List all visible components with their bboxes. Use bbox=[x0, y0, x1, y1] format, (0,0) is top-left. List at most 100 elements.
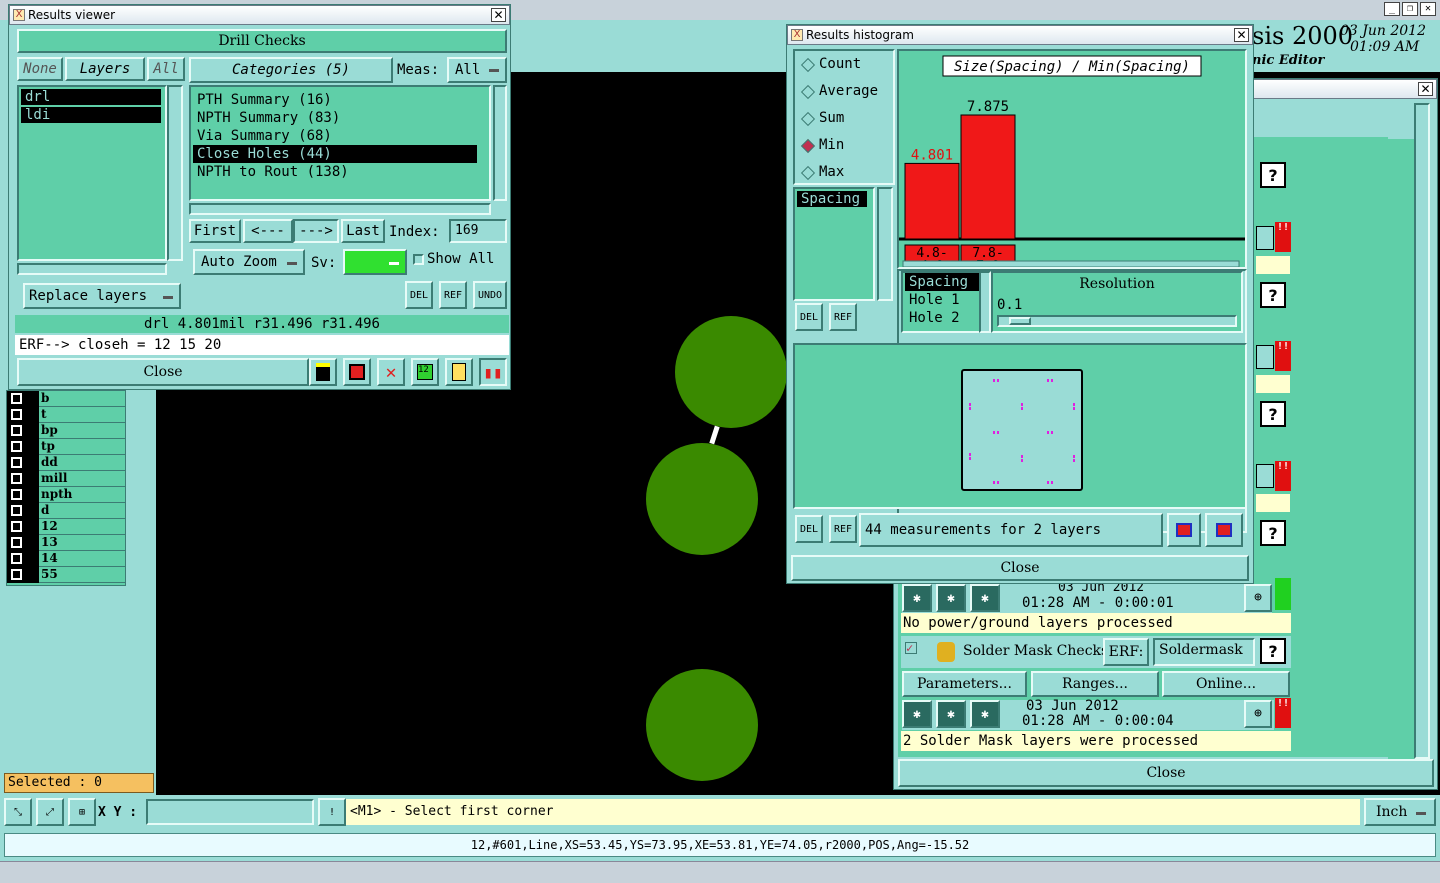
measure-list[interactable]: Spacing bbox=[793, 187, 875, 301]
layer-checkbox[interactable] bbox=[7, 407, 39, 423]
measure-icon[interactable]: ⤢ bbox=[36, 798, 64, 826]
del-button[interactable]: DEL bbox=[405, 281, 433, 309]
layer-checkbox[interactable] bbox=[7, 567, 39, 583]
histogram-close-button[interactable]: Close bbox=[791, 555, 1249, 581]
stat-option[interactable]: Sum bbox=[795, 105, 893, 132]
layer-checkbox[interactable] bbox=[7, 503, 39, 519]
auto-zoom-dropdown[interactable]: Auto Zoom bbox=[193, 249, 305, 275]
category-item[interactable]: Via Summary (68) bbox=[193, 127, 477, 145]
layer-checkbox[interactable] bbox=[7, 535, 39, 551]
layer-checkbox[interactable] bbox=[7, 423, 39, 439]
minimize-icon[interactable]: _ bbox=[1384, 2, 1400, 16]
layout-icon[interactable] bbox=[1205, 513, 1243, 547]
attribute-item[interactable]: Hole 2 bbox=[905, 309, 979, 327]
slider-thumb[interactable] bbox=[1009, 317, 1031, 325]
help-button[interactable]: ? bbox=[1260, 401, 1286, 427]
zoom-icon[interactable]: ⊕ bbox=[1244, 584, 1272, 612]
drill-pad[interactable] bbox=[646, 443, 758, 555]
layers-button[interactable]: Layers bbox=[65, 57, 145, 81]
meas-dropdown[interactable]: All bbox=[447, 57, 507, 83]
numbering-icon[interactable]: 12 bbox=[411, 358, 439, 386]
layer-item[interactable]: ldi bbox=[21, 107, 161, 123]
categories-list[interactable]: PTH Summary (16) NPTH Summary (83) Via Sum… bbox=[189, 85, 491, 201]
index-input[interactable]: 169 bbox=[449, 219, 507, 243]
layer-row[interactable]: mill bbox=[7, 471, 125, 487]
layer-checkbox[interactable] bbox=[7, 471, 39, 487]
layer-checkbox[interactable] bbox=[7, 487, 39, 503]
grid-icon[interactable]: ⊞ bbox=[68, 798, 96, 826]
run-icon[interactable]: ✱ bbox=[970, 700, 1000, 728]
histogram-icon[interactable]: ▮▮ bbox=[479, 358, 507, 386]
layer-checkbox[interactable] bbox=[7, 439, 39, 455]
alert-icon[interactable]: ! bbox=[318, 798, 346, 826]
none-button[interactable]: None bbox=[17, 57, 63, 81]
run-icon[interactable]: ✱ bbox=[902, 700, 932, 728]
close-button[interactable]: Close bbox=[17, 358, 309, 386]
erase-icon[interactable]: ✕ bbox=[377, 358, 405, 386]
help-button[interactable]: ? bbox=[1260, 162, 1286, 188]
all-button[interactable]: All bbox=[147, 57, 185, 81]
show-all-checkbox[interactable] bbox=[413, 254, 424, 265]
stat-option[interactable]: Max bbox=[795, 159, 893, 186]
close-icon[interactable]: ✕ bbox=[1420, 2, 1436, 16]
attribute-scrollbar[interactable] bbox=[979, 271, 991, 333]
categories-scrollbar[interactable] bbox=[493, 85, 507, 201]
xy-input[interactable] bbox=[146, 799, 314, 825]
ref-button[interactable]: REF bbox=[439, 281, 467, 309]
show-icon[interactable] bbox=[343, 358, 371, 386]
layer-row[interactable]: 14 bbox=[7, 551, 125, 567]
layer-row[interactable]: 13 bbox=[7, 535, 125, 551]
replace-layers-dropdown[interactable]: Replace layers bbox=[23, 283, 181, 309]
undo-button[interactable]: UNDO bbox=[473, 281, 507, 309]
ref-button[interactable]: REF bbox=[829, 303, 857, 331]
layer-row[interactable]: b bbox=[7, 391, 125, 407]
prev-button[interactable]: <--- bbox=[243, 219, 293, 243]
layer-row[interactable]: bp bbox=[7, 423, 125, 439]
resolution-slider[interactable] bbox=[997, 315, 1237, 327]
last-button[interactable]: Last bbox=[341, 219, 385, 243]
units-dropdown[interactable]: Inch bbox=[1364, 798, 1436, 826]
histogram-bar[interactable] bbox=[960, 114, 1016, 240]
histogram-bar[interactable] bbox=[904, 162, 960, 240]
first-button[interactable]: First bbox=[189, 219, 241, 243]
layer-item[interactable]: drl bbox=[21, 89, 161, 105]
ref-button[interactable]: REF bbox=[829, 515, 857, 543]
export-icon[interactable] bbox=[1167, 513, 1201, 547]
layer-row[interactable]: dd bbox=[7, 455, 125, 471]
layer-row[interactable]: 55 bbox=[7, 567, 125, 583]
zoom-area-icon[interactable]: ⤡ bbox=[4, 798, 32, 826]
category-item[interactable]: NPTH Summary (83) bbox=[193, 109, 477, 127]
layer-row[interactable]: npth bbox=[7, 487, 125, 503]
sv-color-dropdown[interactable] bbox=[343, 249, 407, 275]
run-icon[interactable]: ✱ bbox=[902, 584, 932, 612]
del-button[interactable]: DEL bbox=[795, 303, 823, 331]
layer-checkbox[interactable] bbox=[7, 391, 39, 407]
layer-checkbox[interactable] bbox=[7, 551, 39, 567]
category-item[interactable]: NPTH to Rout (138) bbox=[193, 163, 477, 181]
zoom-icon[interactable]: ⊕ bbox=[1244, 700, 1272, 728]
stat-option[interactable]: Count bbox=[795, 51, 893, 78]
parameters-button[interactable]: Parameters... bbox=[902, 671, 1027, 697]
layers-scrollbar[interactable] bbox=[167, 85, 183, 261]
layers-hscrollbar[interactable] bbox=[17, 263, 167, 275]
layer-row[interactable]: 12 bbox=[7, 519, 125, 535]
attribute-item[interactable]: Spacing bbox=[905, 273, 979, 291]
next-button[interactable]: ---> bbox=[293, 219, 339, 243]
layer-checkbox[interactable] bbox=[7, 519, 39, 535]
help-button[interactable]: ? bbox=[1260, 282, 1286, 308]
erf-value[interactable]: Soldermask bbox=[1153, 638, 1255, 666]
erf-button[interactable]: ERF: bbox=[1103, 638, 1149, 666]
drill-pad[interactable] bbox=[675, 316, 787, 428]
stat-option[interactable]: Min bbox=[795, 132, 893, 159]
preview-board[interactable] bbox=[961, 369, 1083, 491]
close-icon[interactable]: ✕ bbox=[1418, 82, 1433, 96]
run-icon[interactable]: ✱ bbox=[970, 584, 1000, 612]
checklist-scrollbar[interactable] bbox=[1414, 103, 1430, 759]
report-icon[interactable] bbox=[445, 358, 473, 386]
measure-scrollbar[interactable] bbox=[877, 187, 893, 301]
online-button[interactable]: Online... bbox=[1162, 671, 1290, 697]
del-button[interactable]: DEL bbox=[795, 515, 823, 543]
check-enabled-checkbox[interactable]: ✓ bbox=[905, 642, 917, 654]
layer-row[interactable]: t bbox=[7, 407, 125, 423]
close-icon[interactable]: ✕ bbox=[1234, 28, 1249, 42]
